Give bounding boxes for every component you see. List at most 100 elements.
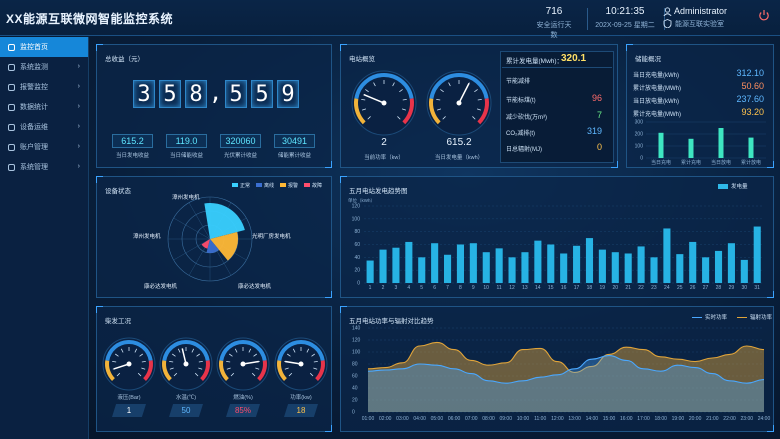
gear-icon bbox=[8, 163, 15, 171]
chevron-right-icon: › bbox=[77, 163, 80, 170]
legend-label: 实时功率 bbox=[705, 315, 728, 321]
home-icon bbox=[8, 43, 15, 51]
daily-unit: 单位（kWh） bbox=[348, 198, 375, 203]
legend-item: 辐射功率 bbox=[737, 313, 772, 321]
revenue-digit: 8 bbox=[185, 80, 207, 108]
revenue-item: 320060 光伏累计收益 bbox=[220, 134, 261, 159]
safe-days-label: 安全运行天数 bbox=[536, 22, 572, 39]
revenue-title: 总收益（元） bbox=[105, 56, 144, 63]
revenue-item: 615.2 当日发电收益 bbox=[112, 134, 153, 159]
power-icon[interactable] bbox=[758, 9, 770, 21]
revenue-digit: 5 bbox=[251, 80, 273, 108]
sidebar-item-label: 系统监测 bbox=[20, 64, 48, 71]
storage-label: 累计放电量(MWh) bbox=[633, 86, 681, 92]
device-title: 设备状态 bbox=[105, 188, 131, 195]
gauge-label: 液压(Bar) bbox=[117, 395, 141, 401]
device-panel: 设备状态 bbox=[96, 176, 332, 298]
daily-panel: 五月电站发电趋势图 bbox=[340, 176, 774, 298]
legend-item: 实时功率 bbox=[692, 313, 727, 321]
storage-value: 93.20 bbox=[741, 107, 764, 117]
station-title: 电站概览 bbox=[349, 56, 375, 63]
revenue-item-value: 320060 bbox=[220, 134, 261, 148]
gauge-label: 当日发电量（kwh） bbox=[434, 155, 484, 161]
sidebar: 监控首页 系统监测 › 报警监控 › 数据统计 › 设备运维 › 账户管理 › 系统管理 › bbox=[0, 37, 89, 439]
total-generation-label: 累计发电量(Mwh)： bbox=[506, 58, 564, 65]
chevron-right-icon: › bbox=[77, 143, 80, 150]
revenue-item-label: 光伏累计收益 bbox=[223, 153, 257, 159]
gauge-value: 615.2 bbox=[446, 137, 472, 148]
total-generation-value: 320.1 bbox=[561, 53, 587, 64]
account-icon bbox=[8, 143, 15, 151]
sidebar-item-maintenance[interactable]: 设备运维 › bbox=[0, 117, 88, 137]
gauge-value: 18 bbox=[284, 404, 318, 417]
wrench-icon bbox=[8, 123, 15, 131]
storage-panel: 储能概况 bbox=[626, 44, 774, 168]
device-label: 漳州发电机 bbox=[133, 234, 161, 240]
sidebar-item-label: 账户管理 bbox=[20, 144, 48, 151]
sidebar-item-home[interactable]: 监控首页 bbox=[0, 37, 88, 57]
chevron-right-icon: › bbox=[77, 103, 80, 110]
revenue-comma: , bbox=[209, 81, 223, 106]
device-label: 光明厂房发电机 bbox=[252, 234, 291, 240]
legend-item: 故障 bbox=[304, 182, 322, 189]
revenue-item-label: 储能累计收益 bbox=[277, 153, 311, 159]
divider bbox=[502, 67, 612, 68]
legend-label: 离线 bbox=[264, 183, 275, 189]
stat-value: 7 bbox=[596, 110, 602, 120]
revenue-item-value: 119.0 bbox=[166, 134, 207, 148]
gauge-label: 功率(kw) bbox=[290, 395, 312, 401]
stat-label: 节能减排 bbox=[506, 79, 531, 85]
device-label: 康必达发电机 bbox=[238, 284, 272, 290]
lab-name: 能源互联实验室 bbox=[675, 21, 724, 28]
power-legend: 实时功率 辐射功率 bbox=[692, 313, 772, 321]
user-icon bbox=[663, 7, 672, 16]
legend-item: 报警 bbox=[280, 182, 298, 189]
boiler-title: 柴发工况 bbox=[105, 318, 131, 325]
gauge-label: 当前功率（kw） bbox=[364, 155, 404, 161]
sidebar-item-monitor[interactable]: 系统监测 › bbox=[0, 57, 88, 77]
storage-title: 储能概况 bbox=[635, 56, 661, 63]
gauge-label: 燃油(%) bbox=[233, 395, 253, 401]
storage-value: 237.60 bbox=[736, 94, 764, 104]
sidebar-item-system[interactable]: 系统管理 › bbox=[0, 157, 88, 177]
chevron-right-icon: › bbox=[77, 63, 80, 70]
legend-label: 报警 bbox=[288, 183, 299, 189]
chevron-right-icon: › bbox=[77, 123, 80, 130]
sidebar-item-label: 报警监控 bbox=[20, 84, 48, 91]
stat-value: 96 bbox=[591, 93, 602, 103]
app-title: XX能源互联微网智能监控系统 bbox=[6, 12, 174, 26]
top-bar: XX能源互联微网智能监控系统 716 安全运行天数 10:21:35 202X-… bbox=[0, 0, 780, 39]
device-label: 康必达发电机 bbox=[144, 284, 178, 290]
legend-label: 发电量 bbox=[731, 184, 748, 190]
legend-label: 故障 bbox=[312, 183, 323, 189]
legend-label: 正常 bbox=[240, 183, 251, 189]
sidebar-item-label: 监控首页 bbox=[20, 44, 48, 51]
revenue-item-label: 当日储能收益 bbox=[169, 153, 203, 159]
stat-label: 日总辐射(MJ) bbox=[506, 147, 542, 153]
sidebar-item-stats[interactable]: 数据统计 › bbox=[0, 97, 88, 117]
legend-item: 离线 bbox=[256, 182, 274, 189]
revenue-item-label: 当日发电收益 bbox=[115, 153, 149, 159]
gauge-label: 水温(℃) bbox=[175, 395, 197, 401]
user-name[interactable]: Administrator bbox=[674, 6, 727, 16]
legend-label: 辐射功率 bbox=[750, 315, 773, 321]
revenue-digit: 3 bbox=[133, 80, 155, 108]
gauge-value: 50 bbox=[169, 404, 203, 417]
sidebar-item-label: 系统管理 bbox=[20, 164, 48, 171]
power-title: 五月电站功率与辐射对比趋势 bbox=[349, 318, 434, 325]
revenue-digit: 9 bbox=[277, 80, 299, 108]
stat-value: 0 bbox=[596, 142, 602, 152]
stats-icon bbox=[8, 103, 15, 111]
gauge-value: 1 bbox=[112, 404, 146, 417]
sidebar-item-alarm[interactable]: 报警监控 › bbox=[0, 77, 88, 97]
sidebar-item-accounts[interactable]: 账户管理 › bbox=[0, 137, 88, 157]
clock-date: 202X-09-25 星期二 bbox=[595, 22, 655, 29]
stat-label: CO₂减排(t) bbox=[506, 131, 535, 137]
stat-label: 节能标煤(t) bbox=[506, 98, 536, 104]
alarm-icon bbox=[8, 83, 15, 91]
sidebar-item-label: 数据统计 bbox=[20, 104, 48, 111]
power-panel: 五月电站功率与辐射对比趋势 bbox=[340, 306, 774, 432]
chevron-right-icon: › bbox=[77, 83, 80, 90]
gauge-value: 85% bbox=[226, 404, 260, 417]
revenue-item: 119.0 当日储能收益 bbox=[166, 134, 207, 159]
